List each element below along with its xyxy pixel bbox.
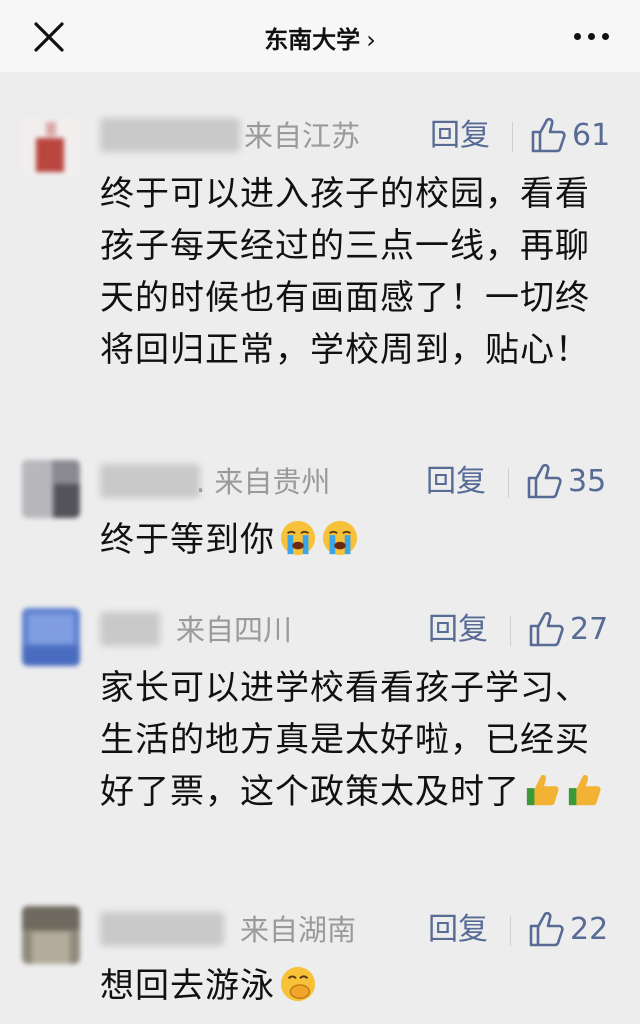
username-blurred[interactable]: [100, 118, 240, 152]
more-icon[interactable]: [574, 33, 610, 41]
comment-text: 想回去游泳: [100, 960, 600, 1012]
top-bar: 东南大学 ›: [0, 0, 640, 72]
avatar[interactable]: [22, 460, 80, 518]
like-button[interactable]: 61: [530, 114, 620, 158]
like-button[interactable]: 35: [526, 460, 620, 504]
thumbs-up-icon: [531, 117, 566, 153]
avatar[interactable]: [22, 118, 80, 176]
comment-text-content: 终于等到你: [100, 520, 275, 560]
loudly-crying-face-icon: [322, 520, 358, 556]
username-blurred[interactable]: [100, 612, 160, 646]
username-blurred[interactable]: [100, 464, 200, 498]
thumbs-up-icon: [529, 611, 564, 647]
divider: [510, 916, 511, 946]
thumbs-up-icon: [529, 911, 564, 947]
thumbs-up-icon: [527, 463, 562, 499]
face-with-hand-over-mouth-icon: [280, 966, 316, 1002]
divider: [510, 616, 511, 646]
thumbs-up-emoji-icon: [526, 775, 559, 806]
comment-item: . 来自贵州 回复 35 终于等到你: [0, 458, 640, 578]
account-title-link[interactable]: 东南大学 ›: [0, 20, 640, 55]
loudly-crying-face-icon: [280, 520, 316, 556]
chevron-right-icon: ›: [366, 26, 376, 54]
location-label: 来自湖南: [240, 913, 357, 947]
avatar[interactable]: [22, 608, 80, 666]
like-button[interactable]: 27: [528, 608, 620, 652]
reply-button[interactable]: 回复: [428, 610, 488, 650]
like-count: 35: [568, 464, 607, 499]
username-blurred[interactable]: [100, 912, 224, 946]
comment-text: 终于可以进入孩子的校园，看看孩子每天经过的三点一线，再聊天的时候也有画面感了！一…: [100, 174, 590, 370]
divider: [512, 122, 513, 152]
like-count: 27: [570, 612, 609, 647]
divider: [508, 468, 509, 498]
comment-text: 终于等到你: [100, 514, 600, 566]
like-button[interactable]: 22: [528, 908, 620, 952]
reply-button[interactable]: 回复: [426, 462, 486, 502]
thumbs-up-emoji-icon: [568, 775, 601, 806]
location-label: 来自江苏: [244, 119, 361, 153]
reply-button[interactable]: 回复: [428, 910, 488, 950]
comment-item: 来自四川 回复 27 家长可以进学校看看孩子学习、生活的地方真是太好啦，已经买好…: [0, 606, 640, 866]
like-count: 61: [572, 118, 611, 153]
like-count: 22: [570, 912, 609, 947]
avatar[interactable]: [22, 906, 80, 964]
comment-text-content: 家长可以进学校看看孩子学习、生活的地方真是太好啦，已经买好了票，这个政策太及时了: [100, 668, 590, 812]
comment-item: 来自江苏 回复 61 终于可以进入孩子的校园，看看孩子每天经过的三点一线，再聊天…: [0, 112, 640, 412]
reply-button[interactable]: 回复: [430, 116, 490, 156]
page-title: 东南大学: [264, 26, 361, 54]
comment-item: 来自湖南 回复 22 想回去游泳: [0, 906, 640, 1024]
location-label: . 来自贵州: [196, 465, 331, 499]
location-label: 来自四川: [176, 613, 293, 647]
comment-text: 家长可以进学校看看孩子学习、生活的地方真是太好啦，已经买好了票，这个政策太及时了: [100, 662, 606, 818]
comment-text-content: 想回去游泳: [100, 966, 275, 1006]
